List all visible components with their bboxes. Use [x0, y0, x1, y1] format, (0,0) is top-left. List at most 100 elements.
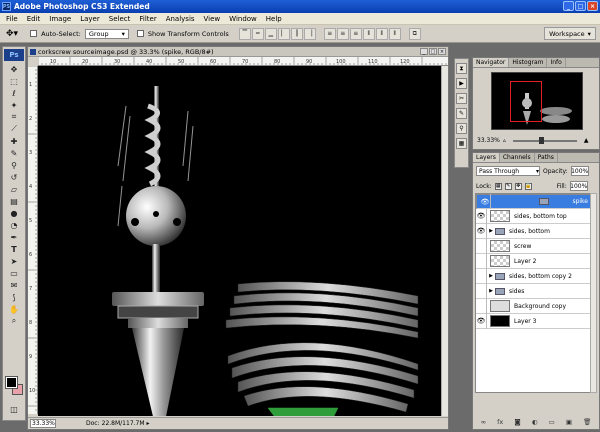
- lock-all-icon[interactable]: 🔒: [524, 182, 532, 190]
- eye-icon[interactable]: 👁: [476, 208, 487, 224]
- zoom-field[interactable]: 33.33%: [30, 419, 56, 428]
- tab-paths[interactable]: Paths: [535, 153, 558, 162]
- zoom-out-icon[interactable]: ▵: [503, 137, 506, 144]
- brushes-panel-icon[interactable]: ✎: [456, 108, 467, 119]
- layer-row[interactable]: 👁 Layer 3: [476, 313, 590, 329]
- menu-layer[interactable]: Layer: [80, 15, 100, 23]
- distribute-left-icon[interactable]: ⦀: [362, 27, 375, 40]
- align-top-icon[interactable]: ▔: [238, 27, 251, 40]
- history-brush-tool-icon[interactable]: ↺: [4, 171, 24, 183]
- layer-row[interactable]: ▶ sides: [476, 283, 590, 299]
- swatches-panel-icon[interactable]: ▦: [456, 138, 467, 149]
- lock-pixels-icon[interactable]: ✎: [504, 182, 512, 190]
- doc-minimize-button[interactable]: _: [420, 48, 428, 55]
- expand-arrow-icon[interactable]: ▶: [487, 273, 495, 279]
- workspace-button[interactable]: Workspace ▾: [544, 27, 596, 40]
- link-layers-icon[interactable]: ∞: [481, 418, 486, 426]
- menu-window[interactable]: Window: [229, 15, 257, 23]
- image-canvas[interactable]: [38, 66, 441, 416]
- new-group-icon[interactable]: ▭: [549, 418, 555, 426]
- navigator-zoom-slider[interactable]: [512, 136, 577, 144]
- tab-histogram[interactable]: Histogram: [509, 58, 548, 67]
- align-hcenter-icon[interactable]: ║: [290, 27, 303, 40]
- blur-tool-icon[interactable]: ●: [4, 207, 24, 219]
- pen-tool-icon[interactable]: ✒: [4, 231, 24, 243]
- distribute-vcenter-icon[interactable]: ≡: [336, 27, 349, 40]
- layer-row[interactable]: 👁 sides, bottom top: [476, 208, 590, 224]
- auto-select-dropdown[interactable]: Group ▾: [84, 28, 129, 39]
- distribute-right-icon[interactable]: ⦀: [388, 27, 401, 40]
- blend-mode-dropdown[interactable]: Pass Through ▾: [476, 166, 540, 176]
- tab-navigator[interactable]: Navigator: [473, 58, 510, 67]
- eye-icon[interactable]: 👁: [476, 223, 487, 239]
- slice-tool-icon[interactable]: ⟋: [4, 123, 24, 135]
- layer-mask-icon[interactable]: ◙: [514, 418, 520, 426]
- tab-info[interactable]: Info: [547, 58, 566, 67]
- align-vcenter-icon[interactable]: ═: [251, 27, 264, 40]
- lasso-tool-icon[interactable]: ℓ: [4, 87, 24, 99]
- lock-position-icon[interactable]: ✥: [514, 182, 522, 190]
- fill-field[interactable]: 100%: [569, 181, 588, 191]
- foreground-color-swatch[interactable]: [5, 376, 18, 389]
- actions-panel-icon[interactable]: ▶: [456, 78, 467, 89]
- navigator-zoom-value[interactable]: 33.33%: [477, 137, 500, 144]
- layer-row[interactable]: Background copy: [476, 298, 590, 314]
- menu-analysis[interactable]: Analysis: [166, 15, 195, 23]
- menu-edit[interactable]: Edit: [27, 15, 41, 23]
- marquee-tool-icon[interactable]: ⬚: [4, 75, 24, 87]
- menu-select[interactable]: Select: [109, 15, 131, 23]
- auto-select-checkbox[interactable]: [30, 30, 38, 37]
- maximize-button[interactable]: □: [575, 1, 586, 11]
- eraser-tool-icon[interactable]: ▱: [4, 183, 24, 195]
- gradient-tool-icon[interactable]: ▤: [4, 195, 24, 207]
- navigator-thumbnail[interactable]: [491, 72, 583, 130]
- lock-transparency-icon[interactable]: ▦: [494, 182, 502, 190]
- layer-row[interactable]: 👁 spike: [476, 194, 590, 209]
- eye-hidden-icon[interactable]: [476, 238, 487, 254]
- vertical-scrollbar[interactable]: [441, 66, 448, 416]
- eye-hidden-icon[interactable]: [476, 283, 487, 299]
- align-bottom-icon[interactable]: ▁: [264, 27, 277, 40]
- clone-stamp-tool-icon[interactable]: ⚲: [4, 159, 24, 171]
- distribute-hcenter-icon[interactable]: ⦀: [375, 27, 388, 40]
- layer-row[interactable]: ▶ sides, bottom copy 2: [476, 268, 590, 284]
- align-right-icon[interactable]: ▕: [303, 27, 316, 40]
- hand-tool-icon[interactable]: ✋: [4, 303, 24, 315]
- magic-wand-tool-icon[interactable]: ✦: [4, 99, 24, 111]
- expand-arrow-icon[interactable]: ▶: [487, 228, 495, 234]
- eye-hidden-icon[interactable]: [476, 253, 487, 269]
- dodge-tool-icon[interactable]: ◔: [4, 219, 24, 231]
- move-tool-icon[interactable]: ✥▾: [6, 29, 18, 39]
- navigator-view-box[interactable]: [510, 81, 542, 122]
- menu-view[interactable]: View: [204, 15, 221, 23]
- distribute-bottom-icon[interactable]: ≡: [349, 27, 362, 40]
- doc-close-button[interactable]: ×: [438, 48, 446, 55]
- menu-help[interactable]: Help: [266, 15, 282, 23]
- type-tool-icon[interactable]: T: [4, 243, 24, 255]
- zoom-in-icon[interactable]: ▲: [584, 137, 589, 144]
- layer-row[interactable]: screw: [476, 238, 590, 254]
- layer-row[interactable]: Layer 2: [476, 253, 590, 269]
- tools-presets-icon[interactable]: ✂: [456, 93, 467, 104]
- brush-tool-icon[interactable]: ✎: [4, 147, 24, 159]
- show-transform-checkbox[interactable]: [136, 30, 144, 37]
- tab-layers[interactable]: Layers: [473, 153, 500, 162]
- healing-brush-tool-icon[interactable]: ✚: [4, 135, 24, 147]
- eye-icon[interactable]: 👁: [480, 194, 491, 209]
- eye-hidden-icon[interactable]: [476, 298, 487, 314]
- minimize-button[interactable]: _: [563, 1, 574, 11]
- clone-source-icon[interactable]: ⚲: [456, 123, 467, 134]
- distribute-top-icon[interactable]: ≡: [323, 27, 336, 40]
- zoom-tool-icon[interactable]: ⌕: [4, 315, 24, 327]
- trash-icon[interactable]: 🗑: [583, 418, 591, 426]
- layer-row[interactable]: 👁 ▶ sides, bottom: [476, 223, 590, 239]
- menu-filter[interactable]: Filter: [139, 15, 156, 23]
- eyedropper-tool-icon[interactable]: ⟆: [4, 291, 24, 303]
- history-panel-icon[interactable]: ⧗: [456, 63, 467, 74]
- doc-maximize-button[interactable]: □: [429, 48, 437, 55]
- status-menu-icon[interactable]: ▸: [147, 420, 150, 427]
- new-layer-icon[interactable]: ▣: [566, 418, 572, 426]
- quick-mask-icon[interactable]: ◫: [4, 403, 24, 415]
- shape-tool-icon[interactable]: ▭: [4, 267, 24, 279]
- notes-tool-icon[interactable]: ✉: [4, 279, 24, 291]
